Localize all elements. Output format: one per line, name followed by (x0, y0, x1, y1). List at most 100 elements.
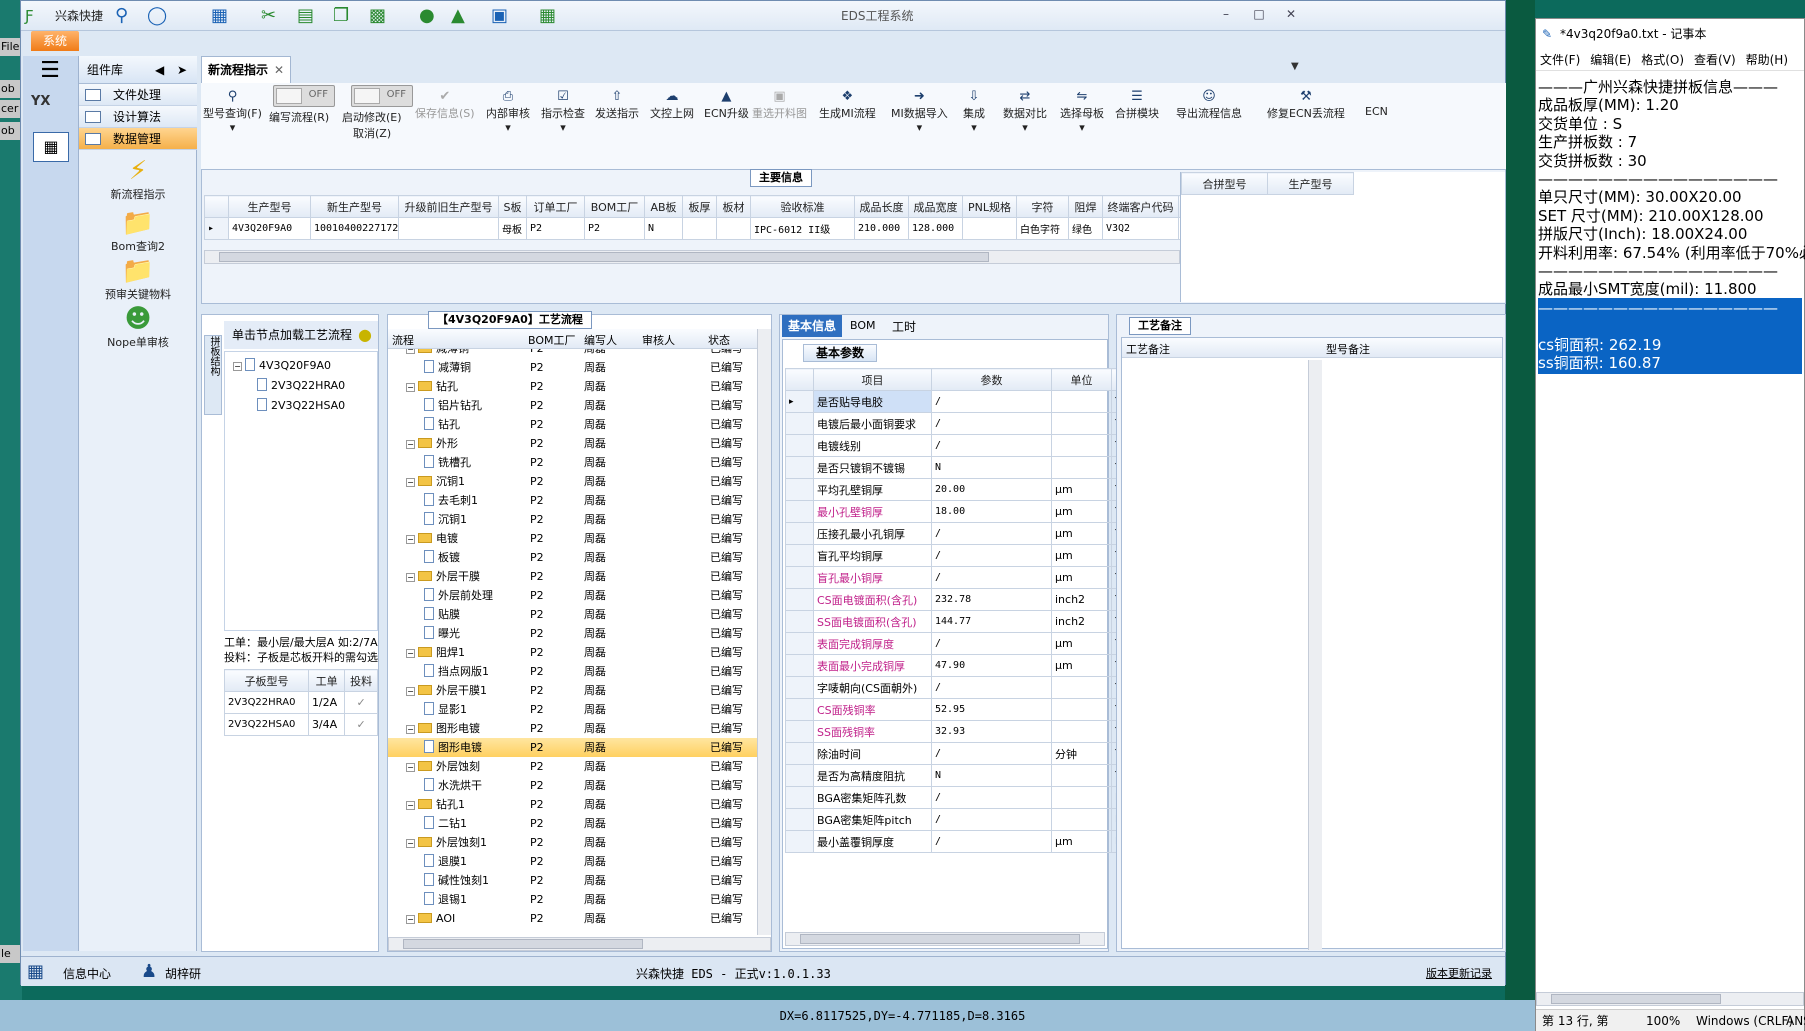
table-row[interactable]: CS面残铜率52.95Y (785, 698, 1152, 721)
chart-icon[interactable]: ▲ (451, 5, 465, 27)
tab-bom[interactable]: BOM (850, 319, 876, 332)
table-row[interactable]: BGA密集矩阵孔数/N (785, 786, 1152, 809)
table-row[interactable]: 最小孔壁铜厚18.00μmY (785, 500, 1152, 523)
param-value[interactable]: 232.78 (931, 588, 1052, 611)
menu-item-format[interactable]: 格式(O) (1641, 53, 1684, 67)
notepad-text-area[interactable]: ———广州兴森快捷拼板信息——— 成品板厚(MM): 1.20 交货单位 : S 生产… (1536, 71, 1805, 1006)
cell[interactable]: 绿色 (1068, 217, 1103, 240)
menu-item-file[interactable]: 文件(F) (1540, 53, 1580, 67)
copy-icon[interactable]: ❐ (333, 5, 349, 27)
table-row[interactable]: 最小盖覆铜厚度/μmN (785, 830, 1152, 853)
cell[interactable]: P2 (584, 217, 645, 240)
close-icon[interactable]: ✕ (274, 57, 284, 83)
flow-row[interactable]: − AOI P2 周磊 已编写 (388, 909, 757, 928)
windows-icon[interactable]: ▦ (539, 5, 556, 27)
table-row[interactable]: 盲孔平均铜厚/μmY (785, 544, 1152, 567)
calculator-icon[interactable]: ▦ (33, 132, 69, 162)
param-value[interactable]: 32.93 (931, 720, 1052, 743)
monitor-icon[interactable]: ▣ (491, 5, 508, 27)
cell[interactable] (716, 217, 751, 240)
table-row[interactable]: 压接孔最小孔铜厚/μmY (785, 522, 1152, 545)
param-value[interactable]: / (931, 434, 1052, 457)
flow-row[interactable]: − 图形电镀 P2 周磊 已编写 (388, 719, 757, 738)
checkbox[interactable]: ✓ (344, 713, 378, 736)
scroll-thumb[interactable] (800, 934, 1080, 944)
flow-row[interactable]: − 外层蚀刻 P2 周磊 已编写 (388, 757, 757, 776)
nav-nope-review[interactable]: ☻ Nope单审核 (79, 304, 197, 350)
close-button[interactable]: ✕ (1281, 7, 1301, 23)
table-row[interactable]: 表面最小完成铜厚47.90μmY (785, 654, 1152, 677)
flow-row[interactable]: 铣槽孔 P2 周磊 已编写 (388, 453, 757, 472)
param-value[interactable]: / (931, 676, 1052, 699)
table-row[interactable]: 表面完成铜厚度/μmY (785, 632, 1152, 655)
scroll-thumb[interactable] (1551, 994, 1721, 1004)
dropdown-arrow-icon[interactable]: ▼ (1291, 61, 1299, 72)
flow-row[interactable]: − 外层干膜 P2 周磊 已编写 (388, 567, 757, 586)
model-query-button[interactable]: ⚲ 型号查询(F) ▾ (203, 89, 262, 134)
tab-basic-info[interactable]: 基本信息 (782, 315, 842, 337)
flow-row[interactable]: 减薄铜 P2 周磊 已编写 (388, 358, 757, 377)
tab-work-hours[interactable]: 工时 (892, 318, 916, 335)
sidebar-item-file-processing[interactable]: 文件处理 (79, 84, 197, 106)
system-menu-tab[interactable]: 系统 (31, 31, 79, 51)
nav-pre-review-materials[interactable]: 📁 预审关键物料 (79, 256, 197, 302)
collapse-icon[interactable]: − (406, 763, 415, 772)
cell[interactable] (398, 217, 499, 240)
flow-row[interactable]: − 外形 P2 周磊 已编写 (388, 434, 757, 453)
cell[interactable]: 4V3Q20F9A0 (228, 217, 311, 240)
sidebar-item-data-management[interactable]: 数据管理 (79, 128, 197, 150)
flow-row[interactable]: 二钻1 P2 周磊 已编写 (388, 814, 757, 833)
table-row[interactable]: 2V3Q22HRA0 1/2A ✓ (224, 691, 378, 714)
collapse-icon[interactable]: − (233, 362, 242, 371)
save-info-button[interactable]: ✔ 保存信息(S) (415, 89, 475, 121)
pin-icon[interactable]: ➤ (177, 56, 187, 84)
flow-row[interactable]: 曝光 P2 周磊 已编写 (388, 624, 757, 643)
export-flow-info-button[interactable]: ☺ 导出流程信息 (1176, 89, 1242, 121)
tree-node-child[interactable]: 2V3Q22HRA0 (225, 376, 377, 395)
param-value[interactable]: / (931, 786, 1052, 809)
param-value[interactable]: 144.77 (931, 610, 1052, 633)
table-row[interactable]: 字唛朝向(CS面朝外)/Y (785, 676, 1152, 699)
internal-review-button[interactable]: ⎙ 内部审核 ▾ (486, 89, 530, 134)
collapse-icon[interactable]: − (406, 440, 415, 449)
flow-row[interactable]: 水洗烘干 P2 周磊 已编写 (388, 776, 757, 795)
flow-row[interactable]: 显影1 P2 周磊 已编写 (388, 700, 757, 719)
sidebar-item-design-algorithm[interactable]: 设计算法 (79, 106, 197, 128)
param-value[interactable]: / (931, 522, 1052, 545)
flow-row[interactable]: 板镀 P2 周磊 已编写 (388, 548, 757, 567)
flow-vertical-scrollbar[interactable] (757, 329, 771, 935)
flow-row[interactable]: 铝片钻孔 P2 周磊 已编写 (388, 396, 757, 415)
param-value[interactable]: 20.00 (931, 478, 1052, 501)
send-instruction-button[interactable]: ⇧ 发送指示 (595, 89, 639, 121)
collapse-icon[interactable]: − (406, 649, 415, 658)
param-value[interactable]: 47.90 (931, 654, 1052, 677)
menu-item-view[interactable]: 查看(V) (1694, 53, 1736, 67)
flow-row[interactable]: − 外层干膜1 P2 周磊 已编写 (388, 681, 757, 700)
note-scrollbar[interactable] (1308, 360, 1322, 950)
flow-row[interactable]: − 外层蚀刻1 P2 周磊 已编写 (388, 833, 757, 852)
collapse-icon[interactable]: − (406, 725, 415, 734)
collapse-icon[interactable]: − (406, 573, 415, 582)
flow-row[interactable]: 退膜1 P2 周磊 已编写 (388, 852, 757, 871)
nav-bom-query[interactable]: 📁 Bom查询2 (79, 208, 197, 254)
collapse-icon[interactable]: − (406, 478, 415, 487)
data-compare-button[interactable]: ⇄ 数据对比 ▾ (1003, 89, 1047, 134)
merge-module-button[interactable]: ☰ 合拼模块 (1115, 89, 1159, 121)
table-row[interactable]: BGA密集矩阵pitch/N (785, 808, 1152, 831)
cell[interactable]: 210.000 (854, 217, 909, 240)
param-value[interactable]: / (931, 566, 1052, 589)
cell[interactable]: IPC-6012 II级 (750, 217, 855, 240)
scroll-thumb[interactable] (403, 939, 643, 949)
flow-row[interactable]: 图形电镀 P2 周磊 已编写 (388, 738, 757, 757)
flow-row[interactable]: 挡点网版1 P2 周磊 已编写 (388, 662, 757, 681)
flow-row[interactable]: − 沉铜1 P2 周磊 已编写 (388, 472, 757, 491)
table-row[interactable]: CS面电镀面积(含孔)232.78inch2Y (785, 588, 1152, 611)
integration-button[interactable]: ⇩ 集成 ▾ (963, 89, 985, 134)
table-row[interactable]: SS面残铜率32.93Y (785, 720, 1152, 743)
reselect-cutting-chart-button[interactable]: ▣ 重选开料图 (752, 89, 807, 121)
write-flow-toggle[interactable]: OFF (273, 85, 335, 107)
cell[interactable] (682, 217, 717, 240)
table-row[interactable]: 平均孔壁铜厚20.00μmY (785, 478, 1152, 501)
collapse-icon[interactable]: − (406, 535, 415, 544)
collapse-icon[interactable]: − (406, 801, 415, 810)
